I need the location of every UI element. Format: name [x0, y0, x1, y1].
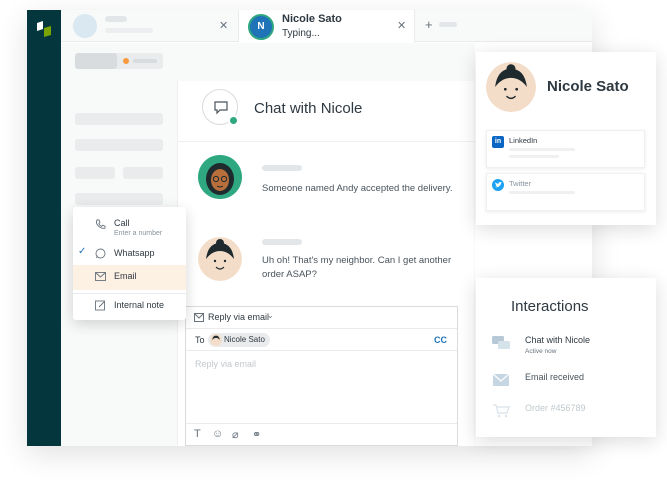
tab-nicole-sato[interactable]: N Nicole Sato Typing... ✕	[239, 10, 415, 43]
cc-button[interactable]: CC	[434, 335, 447, 345]
property-field[interactable]	[75, 113, 163, 125]
channel-label: Reply via email	[208, 312, 270, 322]
to-label: To	[195, 335, 205, 345]
online-indicator	[228, 115, 239, 126]
interaction-item[interactable]: Chat with Nicole Active now	[476, 334, 656, 360]
phone-icon	[96, 219, 106, 229]
message-text: Uh oh! That's my neighbor. Can I get ano…	[262, 255, 452, 280]
menu-item-internal-note[interactable]: Internal note	[73, 294, 186, 318]
avatar-nicole	[198, 237, 242, 281]
menu-item-email[interactable]: Email	[73, 265, 186, 290]
reply-composer: Reply via email ⌄ To Nicole Sato CC Repl…	[185, 306, 458, 446]
avatar	[73, 14, 97, 38]
customer-profile-card: Nicole Sato in LinkedIn Twitter	[476, 52, 656, 225]
plus-icon[interactable]: +	[425, 17, 433, 32]
product-logo-icon[interactable]	[35, 20, 53, 38]
close-icon[interactable]: ✕	[219, 19, 228, 32]
menu-item-whatsapp[interactable]: ✓ Whatsapp	[73, 242, 186, 266]
attachment-icon[interactable]: ⌀	[232, 428, 239, 441]
tab-previous[interactable]: ✕	[61, 10, 239, 42]
social-linkedin[interactable]: in LinkedIn	[486, 130, 645, 168]
interaction-item[interactable]: Email received	[476, 371, 656, 397]
property-field[interactable]	[123, 167, 163, 179]
social-twitter[interactable]: Twitter	[486, 173, 645, 211]
typing-status: Typing...	[282, 28, 320, 39]
whatsapp-icon	[95, 248, 106, 259]
conversation-panel: Chat with Nicole Someone named Andy acce…	[177, 43, 475, 446]
chat-channel-badge	[202, 89, 239, 126]
avatar	[486, 62, 536, 112]
composer-toolbar: T ☺ ⌀ ⚭	[186, 423, 457, 445]
email-icon	[492, 373, 510, 386]
recipient-row: To Nicole Sato CC	[186, 329, 457, 351]
property-field[interactable]	[75, 193, 163, 205]
channel-menu: Call Enter a number ✓ Whatsapp Email Int…	[73, 207, 186, 320]
interactions-title: Interactions	[511, 298, 589, 315]
status-dot	[123, 58, 129, 64]
stage: ✕ N Nicole Sato Typing... ✕ + Chat with …	[0, 0, 667, 492]
interaction-item[interactable]: Order #456789	[476, 402, 656, 428]
interactions-card: Interactions Chat with Nicole Active now…	[476, 278, 656, 437]
chevron-down-icon: ⌄	[267, 311, 274, 320]
status-toggle[interactable]	[75, 53, 163, 69]
customer-name: Nicole Sato	[547, 78, 629, 95]
link-icon[interactable]: ⚭	[252, 428, 261, 441]
nav-rail	[27, 10, 61, 446]
emoji-icon[interactable]: ☺	[212, 428, 223, 440]
channel-selector[interactable]: Reply via email ⌄	[186, 307, 457, 329]
close-icon[interactable]: ✕	[397, 19, 406, 32]
menu-item-call[interactable]: Call Enter a number	[73, 213, 186, 241]
chat-icon	[214, 101, 228, 115]
twitter-icon	[492, 179, 504, 191]
property-field[interactable]	[75, 167, 115, 179]
conversation-title: Chat with Nicole	[254, 100, 363, 117]
email-icon	[194, 313, 204, 322]
tab-bar: ✕ N Nicole Sato Typing... ✕ +	[61, 10, 592, 43]
email-icon	[95, 272, 106, 281]
cart-icon	[493, 404, 510, 418]
reply-textarea[interactable]: Reply via email	[195, 359, 256, 369]
avatar-andy	[198, 155, 242, 199]
chat-icon	[492, 336, 510, 349]
linkedin-icon: in	[492, 136, 504, 148]
recipient-chip[interactable]: Nicole Sato	[208, 333, 270, 347]
avatar	[210, 334, 222, 346]
avatar: N	[248, 14, 274, 40]
message-text: Someone named Andy accepted the delivery…	[262, 183, 453, 194]
note-icon	[95, 300, 105, 311]
tab-title: Nicole Sato	[282, 13, 342, 25]
text-format-icon[interactable]: T	[194, 428, 201, 440]
check-icon: ✓	[78, 246, 87, 257]
property-field[interactable]	[75, 139, 163, 151]
